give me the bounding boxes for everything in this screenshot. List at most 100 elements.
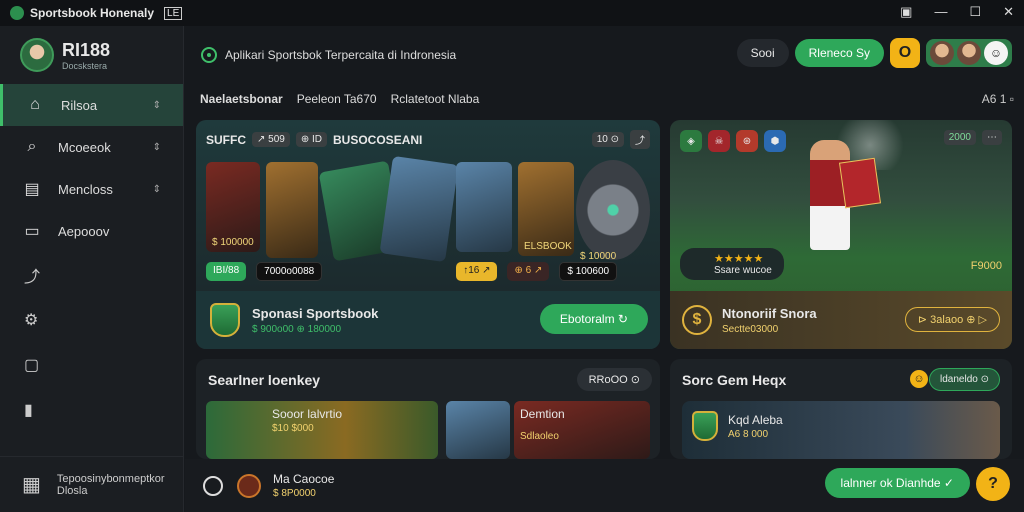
mini-sub: A6 8 000 xyxy=(728,429,769,440)
promo-left-title: Searlner loenkey xyxy=(208,372,321,388)
sidebar-item-label: Mencloss xyxy=(58,181,113,197)
user-avatars[interactable]: ☺ xyxy=(926,39,1012,67)
team-badge-icon[interactable]: ◈ xyxy=(680,130,702,152)
maximize-icon[interactable]: ☐ xyxy=(969,4,981,20)
tag-chip[interactable]: 10 ⊙ xyxy=(591,132,624,147)
close-icon[interactable]: ✕ xyxy=(1003,4,1014,20)
help-button[interactable]: ? xyxy=(976,467,1010,501)
tagline-text: Aplikari Sportsbok Terpercaita di Indron… xyxy=(225,48,457,62)
pip-icon[interactable]: ▣ xyxy=(900,4,912,20)
stadium-card[interactable]: ◈ ☠ ⊛ ⬢ 2000 ⋯ ★★★★★ Ssare wucoe F9000 $… xyxy=(670,120,1012,349)
smile-icon: ☺ xyxy=(910,370,928,388)
sidebar: RI188 Docskstera ⌂ Rilsoa ⇕ ⌕ Mcoeeok ⇕ … xyxy=(0,26,184,512)
bottom-title: Ma Caocoe xyxy=(273,472,335,486)
window-controls: ▣ — ☐ ✕ xyxy=(900,4,1014,20)
sidebar-item-home[interactable]: ⌂ Rilsoa ⇕ xyxy=(0,84,183,126)
bottom-sub: $ 8P0000 xyxy=(273,488,316,499)
star-icons: ★★★★★ xyxy=(714,253,764,265)
home-icon: ⌂ xyxy=(30,96,40,113)
sidebar-item-label: Rilsoa xyxy=(61,97,98,113)
bag-icon[interactable]: ▮ xyxy=(0,387,183,432)
badge-row: ◈ ☠ ⊛ ⬢ xyxy=(680,130,786,152)
tab-featured[interactable]: Naelaetsbonar xyxy=(200,92,283,106)
sidebar-item-calendar[interactable]: ▤ Mencloss ⇕ xyxy=(0,168,183,210)
download-button[interactable]: lalnner ok Dianhde ✓ xyxy=(824,468,970,498)
login-button[interactable]: Sooi xyxy=(736,39,789,67)
tagline: Aplikari Sportsbok Terpercaita di Indron… xyxy=(201,47,456,63)
promo-left-card: Searlner loenkey RRoOO ⊙ Sooor lalvrtio … xyxy=(196,359,660,459)
treasure-tile[interactable]: ELSBOOK xyxy=(518,162,574,256)
game-tile[interactable]: $ 100000 xyxy=(206,162,260,252)
minimize-icon[interactable]: — xyxy=(934,4,947,20)
promo-mini-card[interactable]: Kqd Aleba A6 8 000 xyxy=(682,401,1000,459)
share-icon[interactable]: ⤴ xyxy=(0,252,183,297)
coin-button[interactable]: O xyxy=(890,38,920,68)
promo-thumb[interactable]: Demtion Sdlaoleo xyxy=(514,401,650,459)
avatar xyxy=(957,41,981,65)
promo-right-pill[interactable]: ldaneldo ⊙ xyxy=(929,368,1000,391)
card-tile[interactable] xyxy=(379,155,459,263)
price-row: IBI/88 7000o0088 ↑16 ↗ ⊕ 6 ↗ $ 100600 xyxy=(206,262,618,281)
team-badge-icon[interactable]: ⬢ xyxy=(764,130,786,152)
tab-related[interactable]: Rclatetoot Nlaba xyxy=(391,92,480,106)
flag-banner xyxy=(838,157,882,209)
price-chip[interactable]: ⊕ 6 ↗ xyxy=(507,262,550,281)
price-chip[interactable]: 7000o0088 xyxy=(256,262,323,281)
stadium-footer: $ Ntonoriif Snora Sectte03000 ⊳ 3alaoo ⊕… xyxy=(670,291,1012,349)
app-logo-icon xyxy=(10,6,24,20)
tile-label: $ 100000 xyxy=(212,237,254,248)
tab-count[interactable]: A6 1 ▫ xyxy=(982,92,1014,106)
search-icon: ⌕ xyxy=(27,138,37,155)
more-icon[interactable]: ⋯ xyxy=(982,130,1002,145)
thumb-title: Sooor lalvrtio xyxy=(272,407,343,421)
stat-chip: 2000 xyxy=(943,130,976,145)
player-tile[interactable] xyxy=(266,162,318,258)
radio-icon[interactable] xyxy=(203,475,223,496)
vault-tile[interactable]: $ 10000 xyxy=(576,160,650,262)
stadium-sub: Sectte03000 xyxy=(722,323,779,335)
grid-icon: ▦ xyxy=(22,474,41,496)
tile-label: ELSBOOK xyxy=(524,241,572,252)
tab-bar: Naelaetsbonar Peeleon Ta670 Rclatetoot N… xyxy=(200,92,1014,106)
sidebar-item-label: Aepooov xyxy=(58,223,110,239)
register-button[interactable]: Rleneco Sy xyxy=(794,39,884,67)
brand[interactable]: RI188 Docskstera xyxy=(0,26,183,84)
tag-chip: ↗ 509 xyxy=(252,132,290,147)
promo-left-pill[interactable]: RRoOO ⊙ xyxy=(576,368,652,391)
price-chip[interactable]: ↑16 ↗ xyxy=(456,262,498,281)
footer-line1: Tepoosinybonmeptkor xyxy=(56,472,165,485)
car-tile[interactable] xyxy=(456,162,512,252)
stadium-title: Ntonoriif Snora xyxy=(722,305,817,321)
top-actions: Sooi Rleneco Sy O ☺ xyxy=(736,38,1012,68)
title-bar: Sportsbook Honenaly LE ▣ — ☐ ✕ xyxy=(0,0,1024,26)
sidebar-item-document[interactable]: ▭ Aepooov xyxy=(0,210,183,252)
brand-sub: Docskstera xyxy=(62,60,108,71)
image-icon[interactable]: ▢ xyxy=(0,342,183,387)
stadium-action-button[interactable]: ⊳ 3alaoo ⊕ ▷ xyxy=(904,307,1000,332)
thumb-sub: $10 $000 xyxy=(272,423,314,434)
price-chip[interactable]: IBI/88 xyxy=(206,262,247,281)
promo-thumb[interactable]: Sooor lalvrtio $10 $000 xyxy=(206,401,438,459)
tile-label: $ 10000 xyxy=(580,251,617,262)
coin-icon xyxy=(237,473,261,498)
sidebar-item-search[interactable]: ⌕ Mcoeeok ⇕ xyxy=(0,126,183,168)
team-badge-icon[interactable]: ⊛ xyxy=(736,130,758,152)
share-icon[interactable]: ⤴ xyxy=(630,130,650,149)
tab-popular[interactable]: Peeleon Ta670 xyxy=(297,92,377,106)
top-bar: Aplikari Sportsbok Terpercaita di Indron… xyxy=(185,26,1024,84)
gear-icon[interactable]: ⚙ xyxy=(0,297,183,342)
avatar xyxy=(930,41,954,65)
thumb-title: Demtion xyxy=(520,407,565,421)
promo-thumb[interactable] xyxy=(446,401,510,459)
featured-card[interactable]: SUFFC ↗ 509 ⊕ ID BUSOCOSEANI 10 ⊙ ⤴ $ 10… xyxy=(196,120,660,349)
calendar-icon: ▤ xyxy=(24,181,40,198)
title-mark: LE xyxy=(164,6,183,20)
featured-action-button[interactable]: Ebotoralm ↻ xyxy=(539,304,648,334)
sidebar-item-label: Mcoeeok xyxy=(58,139,111,155)
medal-icon: $ xyxy=(682,305,712,335)
shield-icon xyxy=(210,303,240,337)
sidebar-footer[interactable]: ▦ Tepoosinybonmeptkor Dlosla xyxy=(0,456,184,512)
team-badge-icon[interactable]: ☠ xyxy=(708,130,730,152)
price-chip[interactable]: $ 100600 xyxy=(559,262,618,281)
card-header-label: SUFFC xyxy=(206,132,246,147)
